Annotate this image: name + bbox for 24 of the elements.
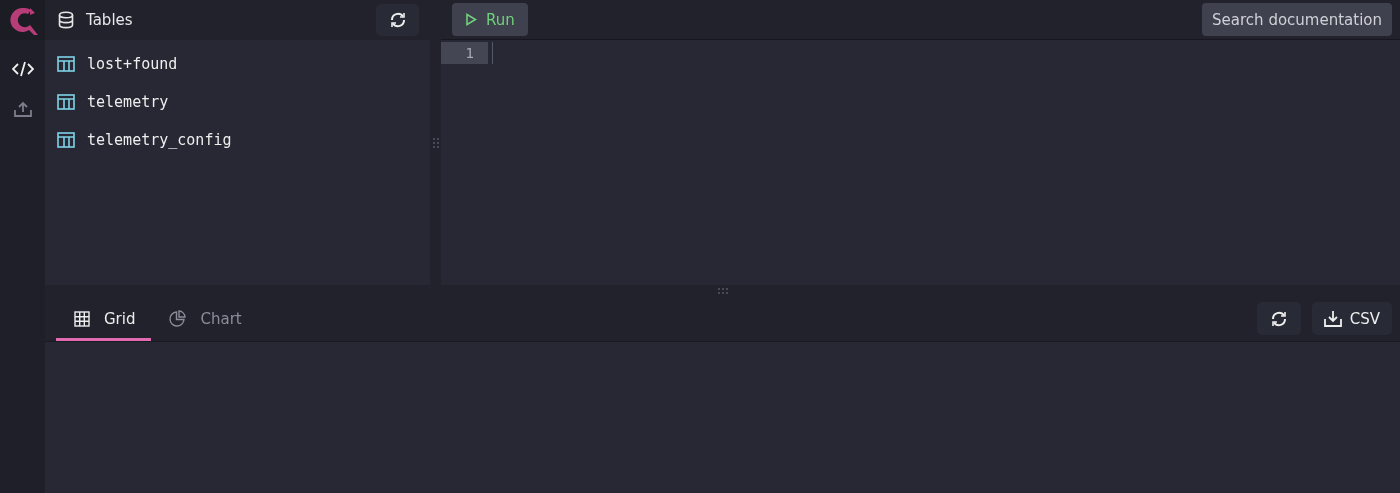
line-number: 1 xyxy=(441,42,488,64)
grid-icon xyxy=(74,310,90,327)
panel-title: Tables xyxy=(86,11,134,29)
refresh-button[interactable] xyxy=(376,4,419,36)
table-item[interactable]: telemetry xyxy=(45,83,430,121)
table-icon xyxy=(57,132,75,148)
run-button[interactable]: Run xyxy=(452,3,528,36)
table-item[interactable]: telemetry_config xyxy=(45,121,430,159)
refresh-icon xyxy=(1269,309,1288,328)
result-tab[interactable]: Chart xyxy=(151,296,258,341)
refresh-button[interactable] xyxy=(1256,302,1301,335)
pie-chart-icon xyxy=(169,310,187,327)
database-icon xyxy=(58,11,74,29)
csv-download-button[interactable]: CSV xyxy=(1311,302,1392,335)
search-button[interactable]: Search documentation xyxy=(1202,3,1392,36)
logo-icon xyxy=(7,5,38,35)
drag-handle-icon[interactable] xyxy=(431,136,440,149)
download-icon xyxy=(1323,310,1342,327)
table-item[interactable]: lost+found xyxy=(45,45,430,83)
refresh-icon xyxy=(388,11,407,29)
drag-handle-icon[interactable] xyxy=(716,286,729,295)
table-icon xyxy=(57,94,75,110)
play-icon xyxy=(465,13,477,26)
table-icon xyxy=(57,56,75,72)
